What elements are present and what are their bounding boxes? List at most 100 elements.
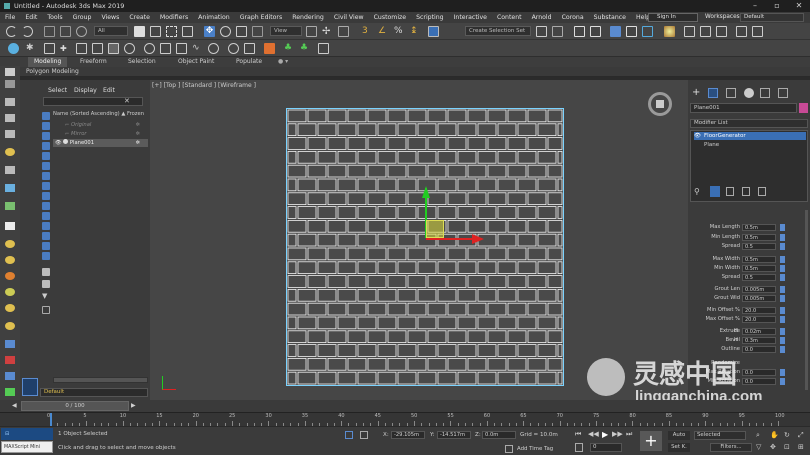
viewport-label[interactable]: [+] [Top ] [Standard ] [Wireframe ] [152, 82, 256, 89]
add-time-tag[interactable]: Add Time Tag [517, 446, 553, 452]
space-warp-icon[interactable]: ∿ [192, 43, 203, 54]
box-icon[interactable] [318, 43, 329, 54]
reference-coordinate-dropdown[interactable]: View [270, 26, 302, 36]
filter-groups-icon[interactable] [42, 172, 50, 180]
make-unique-icon[interactable] [726, 187, 734, 196]
tool-13-icon[interactable] [5, 272, 15, 280]
edit-named-sets-icon[interactable] [428, 26, 439, 37]
stack-eye-icon[interactable]: 👁 [694, 132, 701, 140]
menu-substance[interactable]: Substance [589, 14, 631, 21]
paint-icon[interactable] [8, 43, 19, 54]
pan-icon[interactable]: ✋ [770, 431, 779, 439]
remove-modifier-icon[interactable] [742, 187, 750, 196]
filter-containers-icon[interactable] [42, 202, 50, 210]
tool-7-icon[interactable] [5, 166, 15, 174]
filter-all-icon[interactable] [42, 232, 50, 240]
tab-freeform[interactable]: Freeform [80, 58, 107, 65]
scene-row-original[interactable]: ⌐ Original ✲ [53, 121, 148, 129]
filter-helpers-icon[interactable] [42, 152, 50, 160]
bind-space-warp-icon[interactable] [76, 26, 87, 37]
track-bar[interactable]: 0 5 10 15 20 25 30 35 40 45 50 55 60 65 70 75 80 85 90 95 10… [0, 412, 810, 427]
param-spinner[interactable]: 20.0 [742, 307, 776, 314]
param-spinner[interactable]: 0.5m [742, 224, 776, 231]
render-production-icon[interactable] [716, 26, 727, 37]
go-to-end-icon[interactable]: ⏭ [626, 430, 634, 438]
menu-views[interactable]: Views [96, 14, 124, 21]
key-selection-dropdown[interactable]: Selected [694, 431, 746, 440]
placement-icon[interactable] [252, 26, 263, 37]
current-frame-field[interactable]: 0 [590, 443, 622, 452]
time-slider[interactable]: 0 / 100 ◀ ▶ [0, 400, 810, 412]
filter-lights-icon[interactable] [42, 132, 50, 140]
column-name-header[interactable]: Name (Sorted Ascending) [53, 111, 120, 117]
render-setup-icon[interactable] [684, 26, 695, 37]
filter-settings-icon[interactable] [42, 280, 50, 288]
border-icon[interactable] [92, 43, 103, 54]
slider-prev-icon[interactable]: ◀ [12, 402, 17, 409]
tool-15-icon[interactable] [5, 304, 15, 312]
play-icon[interactable]: ▶ [602, 430, 610, 439]
tool-14-icon[interactable] [5, 288, 15, 296]
ribbon-toggle-icon[interactable] [610, 26, 621, 37]
scene-tab-select[interactable]: Select [48, 87, 67, 94]
align-icon[interactable] [552, 26, 563, 37]
orbit-icon[interactable]: ↻ [784, 431, 790, 439]
scene-tab-edit[interactable]: Edit [103, 87, 115, 94]
param-spinner[interactable]: 0.3m [742, 337, 776, 344]
schematic-view-icon[interactable] [642, 26, 653, 37]
light-icon[interactable] [144, 43, 155, 54]
param-lock-icon[interactable] [780, 234, 785, 241]
create-tab-icon[interactable]: + [692, 88, 702, 98]
maximize-button[interactable]: ▫ [766, 0, 788, 12]
scene-explorer-icon[interactable] [574, 26, 585, 37]
object-name-input[interactable]: Plane001 [690, 103, 797, 113]
select-move-icon[interactable]: ✥ [204, 26, 215, 37]
filter-hidden-icon[interactable] [42, 222, 50, 230]
link-icon[interactable] [44, 26, 55, 37]
tool-16-icon[interactable] [5, 322, 15, 330]
previous-frame-icon[interactable]: ◀◀ [588, 430, 599, 438]
display-tab-icon[interactable] [760, 88, 770, 98]
tool-paint-icon[interactable] [5, 80, 15, 88]
particle-icon[interactable] [228, 43, 239, 54]
param-lock-icon[interactable] [780, 316, 785, 323]
tool-select-icon[interactable] [5, 68, 15, 76]
param-spinner[interactable]: 0.5m [742, 234, 776, 241]
funnel-icon[interactable]: ▼ [42, 292, 50, 300]
param-spinner[interactable]: 0.02m [742, 328, 776, 335]
auto-key-button[interactable]: Auto [668, 431, 690, 440]
menu-graph-editors[interactable]: Graph Editors [235, 14, 287, 21]
menu-arnold[interactable]: Arnold [527, 14, 557, 21]
time-tag-icon[interactable] [505, 445, 513, 453]
tool-11-icon[interactable] [5, 240, 15, 248]
zoom-icon[interactable]: ⌕ [756, 431, 760, 440]
gizmo-y-arrow-icon[interactable] [422, 186, 430, 198]
polygon-icon[interactable] [108, 43, 119, 54]
go-to-start-icon[interactable]: ⏮ [575, 430, 583, 438]
set-key-button[interactable]: Set K. [668, 443, 690, 452]
undo-icon[interactable] [6, 26, 17, 37]
slider-next-icon[interactable]: ▶ [131, 402, 136, 409]
tool-10-icon[interactable] [5, 222, 15, 230]
viewcube[interactable] [648, 92, 672, 116]
param-spinner[interactable]: 20.0 [742, 316, 776, 323]
select-by-name-icon[interactable] [150, 26, 161, 37]
pivot-center-icon[interactable] [306, 26, 317, 37]
param-lock-icon[interactable] [780, 243, 785, 250]
param-lock-icon[interactable] [780, 265, 785, 272]
filter-xrefs-icon[interactable] [42, 182, 50, 190]
y-coordinate-field[interactable]: -14.517m [437, 431, 471, 439]
menu-edit[interactable]: Edit [20, 14, 42, 21]
show-end-result-icon[interactable] [710, 186, 720, 197]
timeline-current-frame-marker[interactable] [50, 413, 52, 427]
tool-19-icon[interactable] [5, 372, 15, 380]
tab-modeling[interactable]: Modeling [28, 57, 68, 67]
param-lock-icon[interactable] [780, 286, 785, 293]
set-key-plus-button[interactable]: + [640, 431, 662, 451]
filter-bones-icon[interactable] [42, 192, 50, 200]
scene-scrollbar[interactable] [53, 377, 148, 383]
param-lock-icon[interactable] [780, 337, 785, 344]
menu-customize[interactable]: Customize [369, 14, 411, 21]
filter-invert-icon[interactable] [42, 252, 50, 260]
param-spinner[interactable]: 0.005m [742, 295, 776, 302]
